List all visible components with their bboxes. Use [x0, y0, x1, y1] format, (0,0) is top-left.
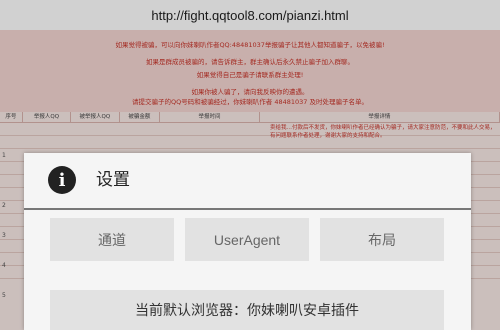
default-browser-button[interactable]: 当前默认浏览器：你妹喇叭安卓插件 [50, 290, 444, 330]
useragent-button[interactable]: UserAgent [185, 218, 309, 261]
channel-button[interactable]: 通道 [50, 218, 174, 261]
layout-button[interactable]: 布局 [320, 218, 444, 261]
dialog-title: 设置 [96, 170, 130, 190]
settings-dialog: i 设置 通道 UserAgent 布局 当前默认浏览器：你妹喇叭安卓插件 [24, 153, 471, 330]
dialog-header: i 设置 [24, 153, 471, 208]
info-icon: i [48, 166, 76, 194]
dialog-divider [24, 208, 471, 210]
